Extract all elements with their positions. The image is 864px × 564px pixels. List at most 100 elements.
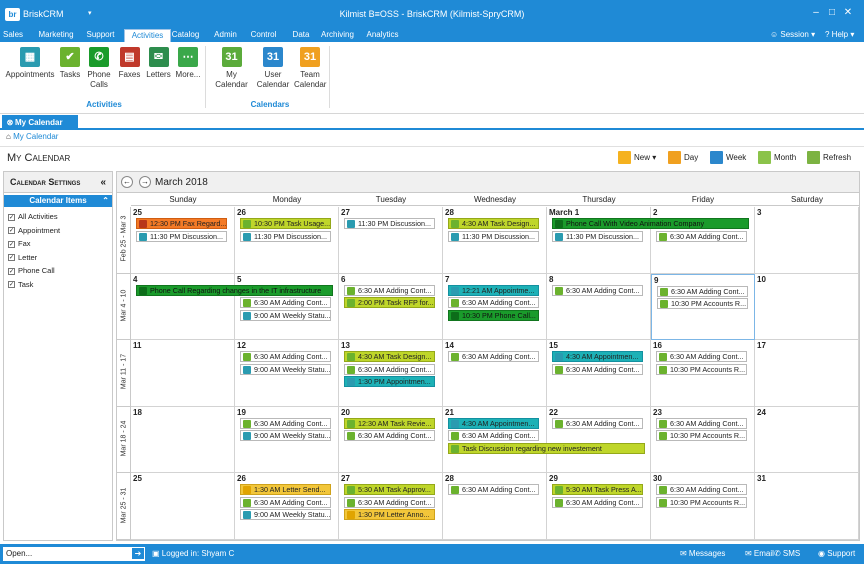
day-cell[interactable]: 12 6:30 AM Adding Cont... 9:00 AM Weekly S… [235, 340, 339, 407]
home-icon[interactable]: ⌂ [6, 132, 11, 141]
calendar-item-task[interactable]: ✓ Task [4, 278, 112, 292]
calendar-event-call-span[interactable]: Phone Call With Video Animation Company [552, 218, 749, 229]
breadcrumb-link[interactable]: My Calendar [13, 132, 58, 141]
day-cell[interactable]: 15 4:30 AM Appointmen... 6:30 AM Adding Co… [547, 340, 651, 407]
day-cell[interactable]: 17 [755, 340, 859, 407]
calendar-event-appt[interactable]: 11:30 PM Discussion... [448, 230, 539, 242]
day-cell[interactable]: 9 6:30 AM Adding Cont... 10:30 PM Accounts… [651, 273, 755, 341]
calendar-event-task[interactable]: 10:30 PM Task Usage... [240, 218, 331, 229]
calendar-event-task[interactable]: 4:30 AM Task Design... [344, 351, 435, 363]
calendar-item-appointment[interactable]: ✓ Appointment [4, 224, 112, 238]
tab-close-icon[interactable]: ⊗ [5, 115, 15, 130]
calendar-event-appt[interactable]: 1:30 PM Appointmen... [344, 376, 435, 388]
status-messages-button[interactable]: ✉ Messages [680, 549, 725, 558]
menu-data[interactable]: Data [290, 29, 312, 42]
calendar-event-task[interactable]: 6:30 AM Adding Cont... [448, 430, 539, 442]
calendar-event-task[interactable]: 6:30 AM Adding Cont... [656, 484, 747, 496]
calendar-event-letter[interactable]: 1:30 AM Letter Send... [240, 484, 331, 496]
ribbon-letters-button[interactable]: ✉ Letters [145, 47, 172, 102]
day-cell[interactable]: 24 [755, 406, 859, 474]
calendar-event-appt[interactable]: 4:30 AM Appointmen... [552, 351, 643, 363]
day-cell[interactable]: 28 4:30 AM Task Design... 11:30 PM Discuss… [443, 207, 547, 274]
ribbon-team-calendar-button[interactable]: 31 Team Calendar [294, 47, 326, 102]
day-cell[interactable]: March 1 11:30 PM Discussion... [547, 207, 651, 274]
day-cell[interactable]: 27 5:30 AM Task Approv... 6:30 AM Adding C… [339, 473, 443, 540]
open-go-icon[interactable]: ➔ [132, 548, 144, 559]
calendar-event-task-span[interactable]: Task Discussion regarding new investemen… [448, 442, 645, 454]
checkbox-checked-icon[interactable]: ✓ [8, 281, 15, 289]
calendar-event-appt[interactable]: 11:30 PM Discussion... [344, 218, 435, 229]
status-sms-button[interactable]: ✆ SMS [774, 549, 800, 558]
calendar-event-appt[interactable]: 9:00 AM Weekly Statu... [240, 309, 331, 321]
calendar-event-task[interactable]: 10:30 PM Accounts R... [656, 496, 747, 508]
calendar-event-task[interactable]: 6:30 AM Adding Cont... [344, 430, 435, 442]
calendar-event-call-span[interactable]: Phone Call Regarding changes in the IT i… [136, 284, 333, 296]
calendar-event-fax[interactable]: 12:30 PM Fax Regard... [136, 218, 227, 229]
calendar-item-all-activities[interactable]: ✓ All Activities [4, 210, 112, 224]
menu-admin[interactable]: Admin [213, 29, 238, 42]
calendar-event-task[interactable]: 6:30 AM Adding Cont... [448, 484, 539, 496]
day-cell[interactable]: 2 6:30 AM Adding Cont... [651, 207, 755, 274]
day-cell[interactable]: 19 6:30 AM Adding Cont... 9:00 AM Weekly S… [235, 406, 339, 474]
calendar-event-task[interactable]: 6:30 AM Adding Cont... [552, 496, 643, 508]
calendar-event-task[interactable]: 10:30 PM Accounts R... [657, 298, 748, 310]
calendar-item-letter[interactable]: ✓ Letter [4, 251, 112, 265]
day-cell[interactable]: 25 12:30 PM Fax Regard... 11:30 PM Discuss… [131, 207, 235, 274]
ribbon-more-button[interactable]: ⋯ More... [174, 47, 202, 102]
ribbon-faxes-button[interactable]: ▤ Faxes [117, 47, 142, 102]
calendar-event-letter[interactable]: 1:30 PM Letter Anno... [344, 509, 435, 521]
checkbox-checked-icon[interactable]: ✓ [8, 213, 15, 221]
day-cell[interactable]: 20 12:30 AM Task Revie... 6:30 AM Adding C… [339, 406, 443, 474]
maximize-icon[interactable]: □ [824, 7, 840, 18]
calendar-event-task[interactable]: 6:30 AM Adding Cont... [448, 351, 539, 363]
calendar-event-appt[interactable]: 9:00 AM Weekly Statu... [240, 430, 331, 442]
day-cell[interactable]: 16 6:30 AM Adding Cont... 10:30 PM Account… [651, 340, 755, 407]
day-cell[interactable]: 23 6:30 AM Adding Cont... 10:30 PM Account… [651, 406, 755, 474]
calendar-event-call[interactable]: 10:30 PM Phone Call... [448, 309, 539, 321]
day-cell[interactable]: 22 6:30 AM Adding Cont... [547, 406, 651, 474]
calendar-event-appt[interactable]: 12:21 AM Appointme... [448, 284, 539, 296]
menu-sales[interactable]: Sales [3, 29, 23, 42]
collapse-panel-icon[interactable]: « [100, 172, 106, 193]
day-cell[interactable]: 14 6:30 AM Adding Cont... [443, 340, 547, 407]
calendar-event-task[interactable]: 6:30 AM Adding Cont... [240, 417, 331, 429]
day-cell[interactable]: 26 10:30 PM Task Usage... 11:30 PM Discuss… [235, 207, 339, 274]
previous-month-button[interactable]: ← [121, 176, 133, 188]
day-cell[interactable]: 28 6:30 AM Adding Cont... [443, 473, 547, 540]
calendar-items-header[interactable]: Calendar Items ⌃ [4, 195, 112, 207]
day-cell[interactable]: 4 [131, 273, 235, 341]
calendar-event-task[interactable]: 10:30 PM Accounts R... [656, 363, 747, 375]
day-cell[interactable]: 8 6:30 AM Adding Cont... [547, 273, 651, 341]
day-cell[interactable]: 26 1:30 AM Letter Send... 6:30 AM Adding C… [235, 473, 339, 540]
checkbox-checked-icon[interactable]: ✓ [8, 267, 15, 275]
calendar-event-appt[interactable]: 4:30 AM Appointmen... [448, 417, 539, 429]
day-cell[interactable]: 27 11:30 PM Discussion... [339, 207, 443, 274]
calendar-event-task[interactable]: 6:30 AM Adding Cont... [240, 297, 331, 309]
day-cell[interactable]: 10 [755, 273, 859, 341]
calendar-event-task[interactable]: 6:30 AM Adding Cont... [552, 363, 643, 375]
calendar-event-task[interactable]: 6:30 AM Adding Cont... [344, 284, 435, 296]
checkbox-checked-icon[interactable]: ✓ [8, 227, 15, 235]
menu-marketing[interactable]: Marketing [37, 29, 75, 42]
status-email-button[interactable]: ✉ Email [745, 549, 774, 558]
calendar-event-task[interactable]: 6:30 AM Adding Cont... [656, 351, 747, 363]
next-month-button[interactable]: → [139, 176, 151, 188]
status-support-button[interactable]: ◉ Support [818, 549, 855, 558]
menu-analytics[interactable]: Analytics [366, 29, 399, 42]
calendar-event-task[interactable]: 6:30 AM Adding Cont... [344, 496, 435, 508]
ribbon-tasks-button[interactable]: ✔ Tasks [58, 47, 82, 102]
day-cell[interactable]: 25 [131, 473, 235, 540]
ribbon-user-calendar-button[interactable]: 31 User Calendar [256, 47, 290, 102]
day-cell[interactable]: 11 [131, 340, 235, 407]
tab-my-calendar[interactable]: ⊗ My Calendar [2, 115, 78, 130]
calendar-event-task[interactable]: 6:30 AM Adding Cont... [552, 284, 643, 296]
calendar-event-appt[interactable]: 11:30 PM Discussion... [240, 230, 331, 242]
view-new-button[interactable]: New ▾ [618, 150, 656, 166]
day-cell[interactable]: 7 12:21 AM Appointme... 6:30 AM Adding Con… [443, 273, 547, 341]
calendar-event-task[interactable]: 6:30 AM Adding Cont... [448, 297, 539, 309]
menu-control[interactable]: Control [250, 29, 277, 42]
checkbox-checked-icon[interactable]: ✓ [8, 240, 15, 248]
menu-archiving[interactable]: Archiving [320, 29, 355, 42]
ribbon-appointments-button[interactable]: ▦ Appointments [4, 47, 56, 102]
ribbon-phone-calls-button[interactable]: ✆ Phone Calls [84, 47, 114, 102]
